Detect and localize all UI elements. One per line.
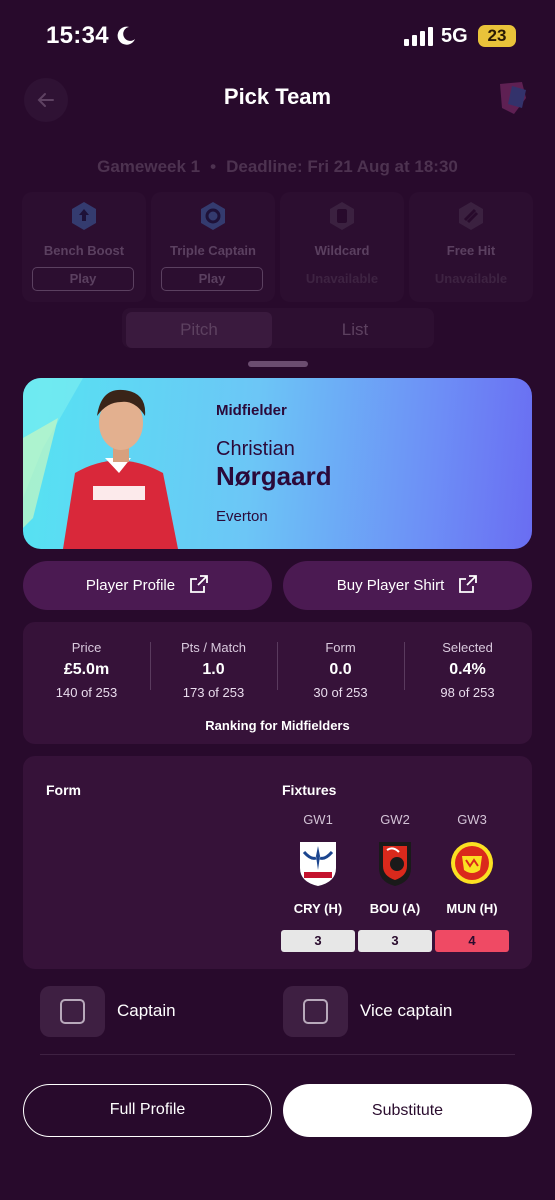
bournemouth-badge-icon (379, 842, 411, 886)
stat-label: Price (71, 640, 102, 655)
battery-icon: 23 (478, 25, 516, 47)
page-title: Pick Team (223, 84, 332, 109)
player-club: Everton (216, 508, 268, 525)
player-first-name: Christian (216, 438, 295, 460)
chip-wildcard: Wildcard Unavailable (280, 192, 404, 302)
fixture-difficulty: 3 (358, 930, 432, 952)
checkbox-icon (60, 999, 85, 1024)
player-photo (23, 378, 178, 549)
triple-captain-play-button[interactable]: Play (161, 267, 263, 291)
stat-points-per-match: Pts / Match 1.0 173 of 253 (150, 640, 277, 700)
sheet-drag-handle[interactable] (248, 361, 308, 367)
tab-list[interactable]: List (282, 312, 428, 348)
checkbox-icon (303, 999, 328, 1024)
moon-icon (117, 26, 135, 45)
crystal-palace-badge-icon (300, 842, 336, 886)
external-link-icon (459, 575, 478, 593)
stat-label: Form (325, 640, 356, 655)
stat-value: £5.0m (63, 661, 110, 678)
stat-label: Selected (442, 640, 493, 655)
free-hit-icon (459, 202, 483, 230)
buy-shirt-label: Buy Player Shirt (336, 577, 445, 594)
stat-price: Price £5.0m 140 of 253 (23, 640, 150, 700)
ranking-note: Ranking for Midfielders (205, 718, 350, 733)
player-position: Midfielder (216, 402, 287, 419)
status-bar: 15:34 5G 23 (0, 0, 555, 72)
external-link-icon (190, 575, 208, 593)
fixture-opponent: MUN (H) (446, 901, 498, 916)
fixture-gw3: GW3 MUN (H) 4 (435, 812, 509, 952)
wildcard-icon (330, 202, 354, 230)
player-profile-button[interactable]: Player Profile (23, 561, 272, 610)
stat-value: 0.0 (329, 661, 352, 678)
form-title: Form (46, 782, 81, 798)
stat-label: Pts / Match (180, 640, 247, 655)
fixture-gameweek: GW1 (303, 812, 333, 827)
fixture-opponent: CRY (H) (293, 901, 343, 916)
stats-card: Price £5.0m 140 of 253 Pts / Match 1.0 1… (23, 622, 532, 744)
stat-value: 1.0 (202, 661, 225, 678)
network-label: 5G (441, 25, 468, 47)
fixture-gameweek: GW3 (457, 812, 487, 827)
bench-boost-play-button[interactable]: Play (32, 267, 134, 291)
fixture-gw1: GW1 CRY (H) 3 (281, 812, 355, 952)
form-fixtures-card: Form Fixtures GW1 CRY (H) 3 GW2 BOU (A) … (23, 756, 532, 969)
substitute-button[interactable]: Substitute (283, 1084, 532, 1137)
status-time: 15:34 (46, 22, 109, 49)
chip-name: Bench Boost (43, 243, 125, 258)
captain-label: Captain (117, 1001, 176, 1020)
fixture-gameweek: GW2 (380, 812, 410, 827)
fixture-difficulty: 4 (435, 930, 509, 952)
bench-boost-icon (72, 202, 96, 230)
vice-captain-label: Vice captain (360, 1001, 453, 1020)
gameweek-line: Gameweek 1 • Deadline: Fri 21 Aug at 18:30 (97, 157, 458, 176)
chip-name: Wildcard (314, 243, 370, 258)
fixture-opponent: BOU (A) (369, 901, 421, 916)
chip-status: Unavailable (434, 271, 508, 286)
chip-name: Free Hit (446, 243, 496, 258)
chip-free-hit: Free Hit Unavailable (409, 192, 533, 302)
player-profile-label: Player Profile (85, 577, 176, 594)
stat-form: Form 0.0 30 of 253 (277, 640, 404, 700)
fixtures-title: Fixtures (282, 782, 337, 798)
stat-value: 0.4% (449, 661, 486, 678)
chip-status: Unavailable (305, 271, 379, 286)
tab-pitch[interactable]: Pitch (126, 312, 272, 348)
fixture-difficulty: 3 (281, 930, 355, 952)
app-logo-icon (500, 82, 526, 114)
stat-rank: 140 of 253 (55, 685, 118, 700)
signal-icon (404, 27, 433, 46)
fixture-gw2: GW2 BOU (A) 3 (358, 812, 432, 952)
manchester-united-badge-icon (451, 842, 493, 884)
deadline-label: Deadline: Fri 21 Aug at 18:30 (226, 157, 458, 176)
captain-checkbox[interactable] (40, 986, 105, 1037)
player-hero-card: Midfielder Christian Nørgaard Everton (23, 378, 532, 549)
stat-rank: 173 of 253 (182, 685, 245, 700)
stat-rank: 98 of 253 (440, 685, 495, 700)
player-last-name: Nørgaard (216, 461, 332, 491)
gameweek-label: Gameweek 1 (97, 157, 201, 176)
stat-rank: 30 of 253 (313, 685, 368, 700)
vice-captain-checkbox[interactable] (283, 986, 348, 1037)
chip-triple-captain: Triple Captain Play (151, 192, 275, 302)
chip-name: Triple Captain (170, 243, 256, 258)
view-toggle: Pitch List (122, 308, 434, 348)
chip-bench-boost: Bench Boost Play (22, 192, 146, 302)
buy-shirt-button[interactable]: Buy Player Shirt (283, 561, 532, 610)
stat-selected: Selected 0.4% 98 of 253 (404, 640, 531, 700)
full-profile-button[interactable]: Full Profile (23, 1084, 272, 1137)
divider (40, 1054, 515, 1055)
triple-captain-icon (201, 202, 225, 230)
